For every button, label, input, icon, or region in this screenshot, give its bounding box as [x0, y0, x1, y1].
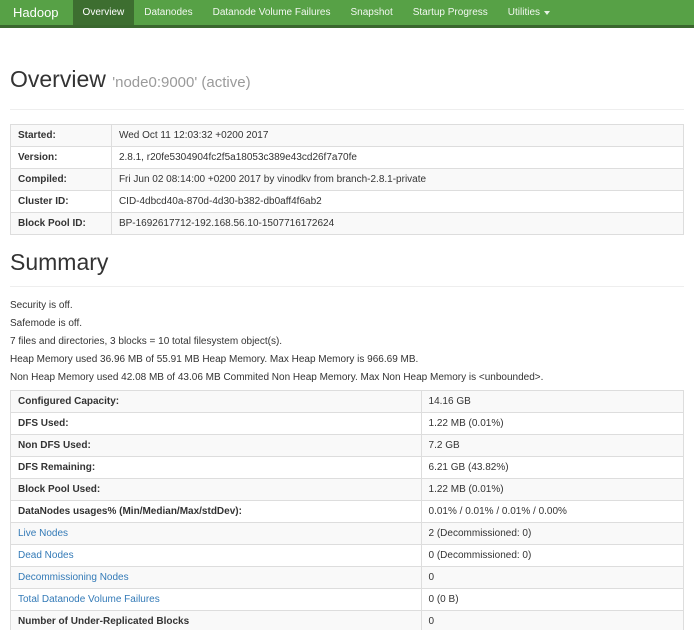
table-row: Number of Under-Replicated Blocks0: [11, 611, 684, 630]
link-total-datanode-volume-failures[interactable]: Total Datanode Volume Failures: [18, 594, 160, 605]
row-value: Fri Jun 02 08:14:00 +0200 2017 by vinodk…: [111, 169, 683, 191]
summary-notes: Security is off. Safemode is off. 7 files …: [10, 300, 684, 383]
namenode-info-table: Started:Wed Oct 11 12:03:32 +0200 2017Ve…: [10, 124, 684, 235]
table-row: Dead Nodes 0 (Decommissioned: 0): [11, 545, 684, 567]
nav-item-label: Overview: [83, 7, 125, 18]
table-row: Block Pool ID:BP-1692617712-192.168.56.1…: [11, 213, 684, 235]
table-row: Live Nodes 2 (Decommissioned: 0): [11, 523, 684, 545]
divider: [10, 286, 684, 287]
row-label-live-nodes: Live Nodes: [11, 523, 422, 545]
table-row: DFS Remaining:6.21 GB (43.82%): [11, 457, 684, 479]
row-value: 1.22 MB (0.01%): [421, 479, 683, 501]
nav-item-datanodes[interactable]: Datanodes: [134, 0, 202, 25]
row-label-block-pool-id: Block Pool ID:: [11, 213, 112, 235]
row-value: 0: [421, 611, 683, 630]
row-value: 14.16 GB: [421, 391, 683, 413]
page-title-summary: Summary: [10, 249, 684, 276]
summary-table-body: Configured Capacity:14.16 GBDFS Used:1.2…: [11, 391, 684, 630]
navbar-brand[interactable]: Hadoop: [0, 0, 73, 25]
nav-item-label: Datanode Volume Failures: [213, 7, 331, 18]
row-label-compiled: Compiled:: [11, 169, 112, 191]
summary-note: Heap Memory used 36.96 MB of 55.91 MB He…: [10, 354, 684, 365]
table-row: Configured Capacity:14.16 GB: [11, 391, 684, 413]
page-content: Overview 'node0:9000' (active) Started:W…: [0, 66, 694, 630]
summary-title-text: Summary: [10, 249, 108, 275]
table-row: Compiled:Fri Jun 02 08:14:00 +0200 2017 …: [11, 169, 684, 191]
navbar: Hadoop Overview Datanodes Datanode Volume …: [0, 0, 694, 28]
row-label-dfs-remaining: DFS Remaining:: [11, 457, 422, 479]
table-row: DataNodes usages% (Min/Median/Max/stdDev…: [11, 501, 684, 523]
row-value: CID-4dbcd40a-870d-4d30-b382-db0aff4f6ab2: [111, 191, 683, 213]
overview-title-text: Overview: [10, 66, 106, 92]
table-row: Cluster ID:CID-4dbcd40a-870d-4d30-b382-d…: [11, 191, 684, 213]
row-label-total-datanode-volume-failures: Total Datanode Volume Failures: [11, 589, 422, 611]
divider: [10, 109, 684, 110]
row-value: 0 (Decommissioned: 0): [421, 545, 683, 567]
nav-item-overview[interactable]: Overview: [73, 0, 135, 25]
row-value: 6.21 GB (43.82%): [421, 457, 683, 479]
row-label-started: Started:: [11, 125, 112, 147]
row-label-dead-nodes: Dead Nodes: [11, 545, 422, 567]
namenode-info-table-body: Started:Wed Oct 11 12:03:32 +0200 2017Ve…: [11, 125, 684, 235]
table-row: Decommissioning Nodes 0: [11, 567, 684, 589]
nav-item-label: Datanodes: [144, 7, 192, 18]
row-value: 1.22 MB (0.01%): [421, 413, 683, 435]
row-label-block-pool-used: Block Pool Used:: [11, 479, 422, 501]
nav-item-label: Utilities: [508, 7, 540, 18]
row-value: 2 (Decommissioned: 0): [421, 523, 683, 545]
row-value: Wed Oct 11 12:03:32 +0200 2017: [111, 125, 683, 147]
row-label-configured-capacity: Configured Capacity:: [11, 391, 422, 413]
row-label-number-of-under-replicated-blocks: Number of Under-Replicated Blocks: [11, 611, 422, 630]
table-row: Version:2.8.1, r20fe5304904fc2f5a18053c3…: [11, 147, 684, 169]
row-label-datanodes-usages-min-median-max-stddev: DataNodes usages% (Min/Median/Max/stdDev…: [11, 501, 422, 523]
summary-note: Non Heap Memory used 42.08 MB of 43.06 M…: [10, 372, 684, 383]
table-row: Total Datanode Volume Failures 0 (0 B): [11, 589, 684, 611]
row-label-cluster-id: Cluster ID:: [11, 191, 112, 213]
row-value: 0 (0 B): [421, 589, 683, 611]
summary-note: Safemode is off.: [10, 318, 684, 329]
row-label-non-dfs-used: Non DFS Used:: [11, 435, 422, 457]
summary-table-wrap: Configured Capacity:14.16 GBDFS Used:1.2…: [10, 390, 684, 630]
link-decommissioning-nodes[interactable]: Decommissioning Nodes: [18, 572, 129, 583]
nav-item-label: Snapshot: [350, 7, 392, 18]
nav-item-snapshot[interactable]: Snapshot: [340, 0, 402, 25]
row-value: BP-1692617712-192.168.56.10-150771617262…: [111, 213, 683, 235]
table-row: DFS Used:1.22 MB (0.01%): [11, 413, 684, 435]
table-row: Non DFS Used:7.2 GB: [11, 435, 684, 457]
summary-table: Configured Capacity:14.16 GBDFS Used:1.2…: [10, 390, 684, 630]
row-value: 2.8.1, r20fe5304904fc2f5a18053c389e43cd2…: [111, 147, 683, 169]
nav-item-datanode-volume-failures[interactable]: Datanode Volume Failures: [203, 0, 341, 25]
row-label-decommissioning-nodes: Decommissioning Nodes: [11, 567, 422, 589]
navbar-nav: Overview Datanodes Datanode Volume Failure…: [73, 0, 560, 25]
table-row: Started:Wed Oct 11 12:03:32 +0200 2017: [11, 125, 684, 147]
nav-item-label: Startup Progress: [413, 7, 488, 18]
summary-note: 7 files and directories, 3 blocks = 10 t…: [10, 336, 684, 347]
page-title-overview: Overview 'node0:9000' (active): [10, 66, 684, 93]
namenode-address-label: 'node0:9000' (active): [112, 74, 250, 91]
link-live-nodes[interactable]: Live Nodes: [18, 528, 68, 539]
link-dead-nodes[interactable]: Dead Nodes: [18, 550, 74, 561]
row-value: 0: [421, 567, 683, 589]
row-value: 0.01% / 0.01% / 0.01% / 0.00%: [421, 501, 683, 523]
row-label-version: Version:: [11, 147, 112, 169]
summary-note: Security is off.: [10, 300, 684, 311]
table-row: Block Pool Used:1.22 MB (0.01%): [11, 479, 684, 501]
nav-item-utilities[interactable]: Utilities: [498, 0, 560, 25]
nav-item-startup-progress[interactable]: Startup Progress: [403, 0, 498, 25]
row-value: 7.2 GB: [421, 435, 683, 457]
chevron-down-icon: [544, 11, 550, 15]
row-label-dfs-used: DFS Used:: [11, 413, 422, 435]
